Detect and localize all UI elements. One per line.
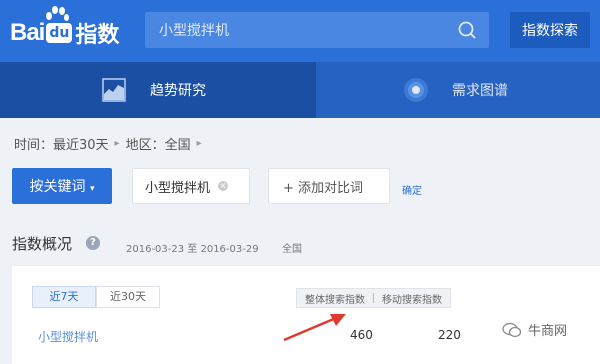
time-filter[interactable]: 时间：最近30天	[14, 134, 109, 153]
add-compare-button[interactable]: + 添加对比词	[268, 168, 390, 204]
region-filter[interactable]: 地区：全国	[126, 134, 191, 153]
tab-demand-map[interactable]: 需求图谱	[316, 62, 600, 118]
overview-title: 指数概况	[12, 235, 73, 253]
remove-keyword-icon[interactable]: ×	[218, 181, 229, 191]
baidu-index-logo[interactable]: Bai du 指数	[10, 6, 120, 52]
search-icon[interactable]	[457, 20, 477, 40]
period-tabs: 近7天 近30天	[32, 286, 160, 308]
logo-du-text: du	[46, 23, 73, 43]
help-icon[interactable]: ?	[86, 236, 100, 250]
keyword-chip-label: 小型搅拌机	[145, 180, 211, 196]
date-range: 2016-03-23 至 2016-03-29	[126, 244, 259, 255]
tab-demand-label: 需求图谱	[452, 83, 508, 99]
wechat-icon	[502, 322, 522, 337]
column-header: 整体搜索指数 移动搜索指数	[296, 288, 451, 308]
paw-logo-icon	[44, 4, 69, 26]
row-keyword-link[interactable]: 小型搅拌机	[38, 328, 98, 345]
tab-trend-label: 趋势研究	[150, 83, 206, 99]
tab-trend-research[interactable]: 趋势研究	[0, 62, 316, 118]
search-input[interactable]	[145, 12, 445, 48]
logo-zhishu-text: 指数	[75, 23, 120, 48]
chevron-right-icon: ▸	[196, 138, 202, 149]
trend-chart-icon	[102, 78, 126, 102]
watermark-text: 牛商网	[528, 324, 568, 339]
by-keyword-button[interactable]: 按关键词 ▾	[12, 168, 112, 204]
tab-30-days[interactable]: 近30天	[96, 286, 160, 308]
demand-map-icon	[404, 78, 428, 102]
top-header: Bai du 指数 指数探索	[0, 0, 600, 62]
red-arrow-annotation	[283, 314, 346, 342]
mobile-index-value: 220	[438, 328, 461, 342]
overview-region: 全国	[282, 244, 302, 255]
watermark: 牛商网	[502, 320, 567, 339]
filter-bar: 时间：最近30天 ▸ 地区：全国 ▸	[14, 134, 202, 153]
by-keyword-label: 按关键词	[29, 179, 86, 195]
logo-bai-text: Bai	[10, 19, 45, 46]
tab-7-days[interactable]: 近7天	[32, 286, 96, 308]
index-explore-button[interactable]: 指数探索	[510, 12, 590, 48]
col-mobile-header: 移动搜索指数	[382, 294, 442, 306]
col-overall-header: 整体搜索指数	[305, 294, 365, 306]
keyword-chip[interactable]: 小型搅拌机 ×	[132, 168, 250, 204]
confirm-link[interactable]: 确定	[402, 182, 422, 197]
search-box	[145, 12, 489, 48]
overall-index-value: 460	[350, 328, 373, 342]
chevron-right-icon: ▸	[114, 138, 120, 149]
main-tabbar: 趋势研究 需求图谱	[0, 62, 600, 118]
caret-down-icon: ▾	[89, 184, 95, 194]
